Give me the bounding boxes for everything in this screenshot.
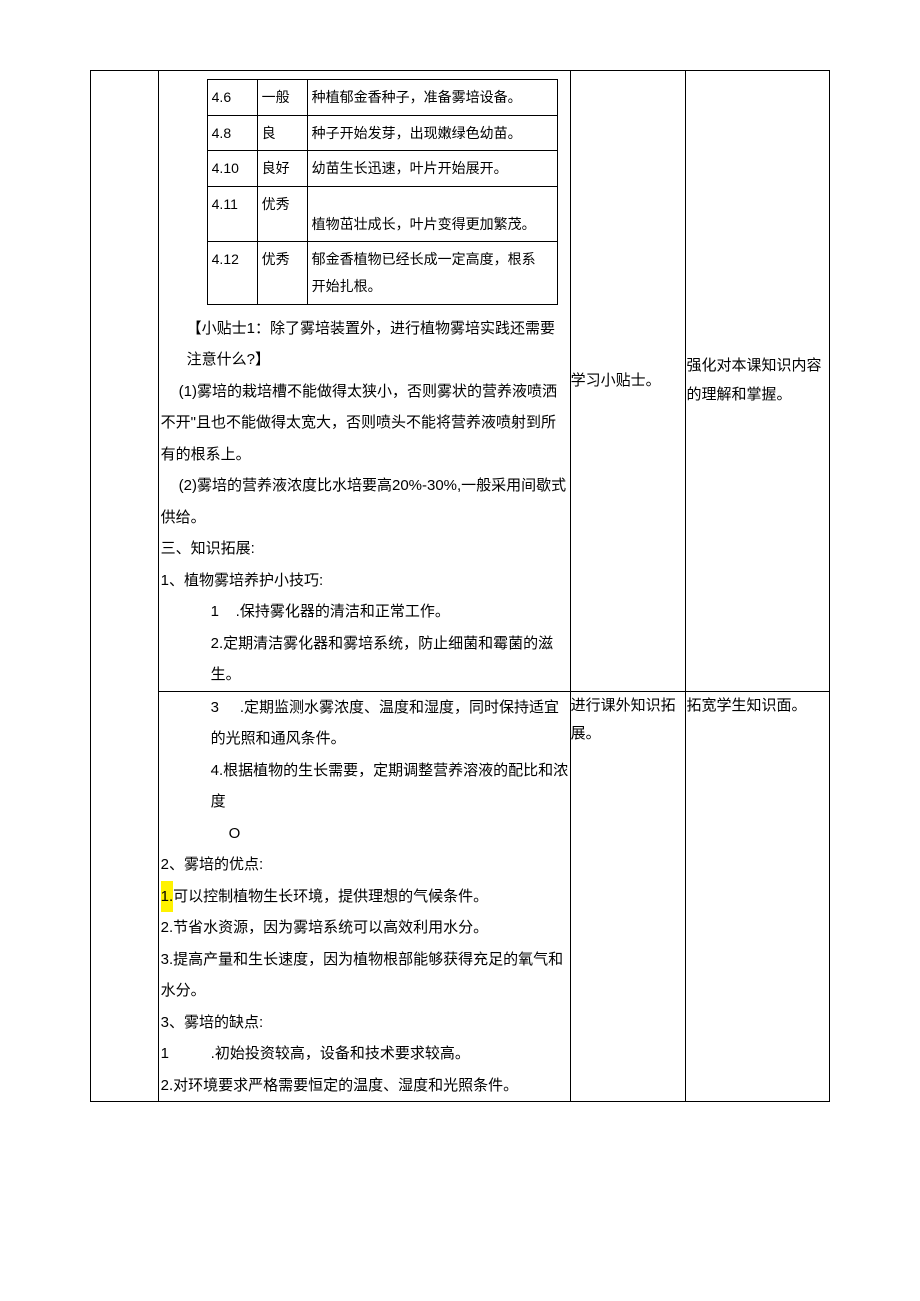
tip1-item-2: (2)雾培的营养液浓度比水培要高20%-30%,一般采用间歇式供给。 — [159, 470, 570, 533]
s3-1-tail: O — [159, 818, 570, 850]
obs-rating: 良 — [257, 115, 307, 151]
section3-title: 三、知识拓展: — [159, 533, 570, 565]
obs-note: 幼苗生长迅速，叶片开始展开。 — [307, 151, 557, 187]
s3-1-item-4: 4.根据植物的生长需要，定期调整营养溶液的配比和浓度 — [159, 755, 570, 818]
tip1-title: 【小贴士1：除了雾培装置外，进行植物雾培实践还需要注意什么?】 — [159, 313, 570, 376]
obs-rating: 一般 — [257, 80, 307, 116]
s3-1-item-3: 3 .定期监测水雾浓度、温度和湿度，同时保持适宜的光照和通风条件。 — [159, 692, 570, 755]
obs-rating: 良好 — [257, 151, 307, 187]
s3-3-item-2: 2.对环境要求严格需要恒定的温度、湿度和光照条件。 — [159, 1070, 570, 1102]
obs-date: 4.6 — [207, 80, 257, 116]
left-margin-cell — [91, 71, 159, 1102]
side-r2-a: 强化对本课知识内容的理解和掌握。 — [686, 71, 830, 692]
observation-table: 4.6一般种植郁金香种子，准备雾培设备。4.8良种子开始发芽，出现嫩绿色幼苗。4… — [207, 79, 558, 305]
side-r1-b: 进行课外知识拓展。 — [570, 691, 686, 1102]
obs-date: 4.10 — [207, 151, 257, 187]
highlight-marker: 1. — [161, 881, 174, 913]
table-row: 4.10良好幼苗生长迅速，叶片开始展开。 — [207, 151, 557, 187]
s3-1-item-1: 1 .保持雾化器的清洁和正常工作。 — [159, 596, 570, 628]
s3-2-item-1: 1.可以控制植物生长环境，提供理想的气候条件。 — [159, 881, 570, 913]
s3-3-title: 3、雾培的缺点: — [159, 1007, 570, 1039]
main-content-cell-2: 3 .定期监测水雾浓度、温度和湿度，同时保持适宜的光照和通风条件。 4.根据植物… — [158, 691, 570, 1102]
side-r1-a: 学习小贴士。 — [570, 71, 686, 692]
table-row: 4.11优秀植物茁壮成长，叶片变得更加繁茂。 — [207, 186, 557, 242]
lesson-table: 4.6一般种植郁金香种子，准备雾培设备。4.8良种子开始发芽，出现嫩绿色幼苗。4… — [90, 70, 830, 1102]
s3-2-title: 2、雾培的优点: — [159, 849, 570, 881]
obs-rating: 优秀 — [257, 242, 307, 304]
obs-date: 4.12 — [207, 242, 257, 304]
table-row: 4.12优秀郁金香植物已经长成一定高度，根系开始扎根。 — [207, 242, 557, 304]
obs-note: 植物茁壮成长，叶片变得更加繁茂。 — [307, 186, 557, 242]
obs-date: 4.11 — [207, 186, 257, 242]
table-row: 4.6一般种植郁金香种子，准备雾培设备。 — [207, 80, 557, 116]
s3-1-title: 1、植物雾培养护小技巧: — [159, 565, 570, 597]
side-r2-b: 拓宽学生知识面。 — [686, 691, 830, 1102]
main-content-cell-1: 4.6一般种植郁金香种子，准备雾培设备。4.8良种子开始发芽，出现嫩绿色幼苗。4… — [158, 71, 570, 692]
s3-2-item-3: 3.提高产量和生长速度，因为植物根部能够获得充足的氧气和水分。 — [159, 944, 570, 1007]
table-row: 4.8良种子开始发芽，出现嫩绿色幼苗。 — [207, 115, 557, 151]
tip1-item-1: (1)雾培的栽培槽不能做得太狭小，否则雾状的营养液喷洒不开"且也不能做得太宽大，… — [159, 376, 570, 471]
obs-note: 种植郁金香种子，准备雾培设备。 — [307, 80, 557, 116]
obs-rating: 优秀 — [257, 186, 307, 242]
obs-note: 种子开始发芽，出现嫩绿色幼苗。 — [307, 115, 557, 151]
s3-3-item-1: 1 .初始投资较高，设备和技术要求较高。 — [159, 1038, 570, 1070]
obs-date: 4.8 — [207, 115, 257, 151]
obs-note: 郁金香植物已经长成一定高度，根系开始扎根。 — [307, 242, 557, 304]
s3-1-item-2: 2.定期清洁雾化器和雾培系统，防止细菌和霉菌的滋生。 — [159, 628, 570, 691]
s3-2-item-2: 2.节省水资源，因为雾培系统可以高效利用水分。 — [159, 912, 570, 944]
